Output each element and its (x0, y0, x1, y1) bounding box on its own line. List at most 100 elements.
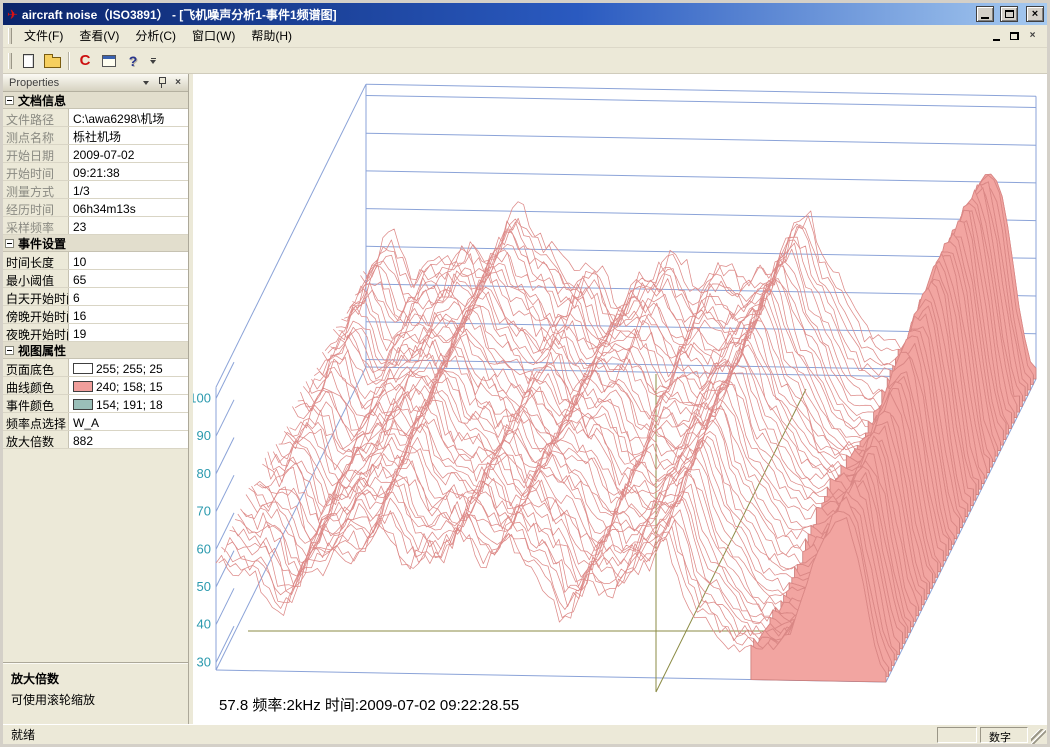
chevron-down-icon (150, 60, 156, 64)
panel-menu-button[interactable] (139, 76, 153, 89)
property-row[interactable]: 曲线颜色240; 158; 15 (3, 377, 188, 395)
close-icon: × (1030, 31, 1036, 41)
property-row[interactable]: 傍晚开始时间 16 (3, 306, 188, 324)
property-value[interactable]: 19 (69, 324, 188, 341)
property-row[interactable]: 放大倍数 882 (3, 431, 188, 449)
collapse-icon[interactable] (5, 96, 14, 105)
collapse-icon[interactable] (5, 346, 14, 355)
property-label: 事件颜色 (3, 395, 69, 412)
status-bar: 就绪 数字 (3, 724, 1047, 744)
red-c-button[interactable]: C (73, 50, 97, 72)
property-value[interactable]: 16 (69, 306, 188, 323)
app-icon[interactable]: ✈ (7, 8, 18, 21)
menu-item-analyze[interactable]: 分析(C) (127, 26, 184, 46)
property-value[interactable]: 1/3 (69, 181, 188, 198)
panel-pin-button[interactable] (155, 76, 169, 89)
color-swatch[interactable] (73, 363, 93, 374)
property-label: 放大倍数 (3, 431, 69, 448)
chevron-down-icon (143, 81, 149, 85)
svg-text:30: 30 (197, 655, 211, 670)
property-value-text: 882 (73, 434, 93, 448)
property-value-text: 09:21:38 (73, 166, 120, 180)
menubar-grip[interactable] (8, 28, 12, 44)
mdi-window-buttons: × (988, 29, 1043, 44)
restore-icon (1010, 32, 1019, 40)
section-header-event-settings[interactable]: 事件设置 (3, 235, 188, 252)
toolbar-overflow-button[interactable] (148, 56, 158, 66)
property-value[interactable]: 255; 255; 25 (69, 359, 188, 376)
menu-item-view[interactable]: 查看(V) (71, 26, 127, 46)
menu-item-window[interactable]: 窗口(W) (184, 26, 243, 46)
app-window: ✈ aircraft noise（ISO3891） - [飞机噪声分析1-事件1… (0, 0, 1050, 747)
property-label: 傍晚开始时间 (3, 306, 69, 323)
maximize-button[interactable] (1000, 6, 1018, 22)
property-value[interactable]: 栎社机场 (69, 127, 188, 144)
mdi-close-button[interactable]: × (1024, 29, 1041, 44)
property-row[interactable]: 测点名称栎社机场 (3, 127, 188, 145)
property-value-text: 16 (73, 309, 86, 323)
property-value[interactable]: 65 (69, 270, 188, 287)
title-bar: ✈ aircraft noise（ISO3891） - [飞机噪声分析1-事件1… (3, 3, 1047, 25)
color-swatch[interactable] (73, 399, 93, 410)
property-value-text: 255; 255; 25 (96, 362, 163, 376)
mdi-minimize-button[interactable] (988, 29, 1005, 44)
property-row[interactable]: 文件路径C:\awa6298\机场 (3, 109, 188, 127)
color-swatch[interactable] (73, 381, 93, 392)
property-row[interactable]: 时间长度10 (3, 252, 188, 270)
pin-icon (157, 77, 167, 88)
property-row[interactable]: 频率点选择W_A (3, 413, 188, 431)
chart-area[interactable]: 10090807060504030 57.8 频率:2kHz 时间:2009-0… (193, 74, 1047, 724)
property-row[interactable]: 页面底色 255; 255; 25 (3, 359, 188, 377)
menu-item-file[interactable]: 文件(F) (16, 26, 71, 46)
property-row[interactable]: 测量方式1/3 (3, 181, 188, 199)
property-row[interactable]: 事件颜色154; 191; 18 (3, 395, 188, 413)
resize-grip[interactable] (1031, 729, 1046, 744)
menu-item-help[interactable]: 帮助(H) (243, 26, 300, 46)
toolbar-grip[interactable] (8, 53, 12, 69)
mdi-restore-button[interactable] (1006, 29, 1023, 44)
property-value[interactable]: 240; 158; 15 (69, 377, 188, 394)
svg-text:60: 60 (197, 541, 211, 556)
property-value[interactable]: W_A (69, 413, 188, 430)
property-label: 时间长度 (3, 252, 69, 269)
property-value[interactable]: 23 (69, 217, 188, 234)
property-label: 开始日期 (3, 145, 69, 162)
maximize-icon (1005, 10, 1014, 18)
property-value[interactable]: 6 (69, 288, 188, 305)
close-button[interactable]: × (1026, 6, 1044, 22)
property-value-text: W_A (73, 416, 99, 430)
minimize-button[interactable] (976, 6, 994, 22)
property-row[interactable]: 最小阈值65 (3, 270, 188, 288)
client-area: Properties × 文档信息文件路径C:\awa6298\机场测点名称栎社… (3, 74, 1047, 724)
section-title: 事件设置 (18, 235, 66, 252)
property-value[interactable]: 2009-07-02 (69, 145, 188, 162)
property-value[interactable]: 10 (69, 252, 188, 269)
property-row[interactable]: 开始日期2009-07-02 (3, 145, 188, 163)
waterfall-spectrum-chart[interactable]: 10090807060504030 (193, 74, 1047, 724)
property-row[interactable]: 夜晚开始时间19 (3, 324, 188, 342)
properties-button[interactable] (97, 50, 121, 72)
open-file-button[interactable] (40, 50, 64, 72)
status-cell-empty (937, 727, 977, 743)
property-value[interactable]: 06h34m13s (69, 199, 188, 216)
properties-panel-header: Properties × (3, 74, 188, 92)
property-row[interactable]: 经历时间06h34m13s (3, 199, 188, 217)
section-header-doc-info[interactable]: 文档信息 (3, 92, 188, 109)
property-label: 页面底色 (3, 359, 69, 376)
property-description: 放大倍数 可使用滚轮缩放 (3, 662, 188, 724)
property-row[interactable]: 采样频率23 (3, 217, 188, 235)
toolbar-separator (68, 52, 69, 70)
section-header-view-properties[interactable]: 视图属性 (3, 342, 188, 359)
panel-close-button[interactable]: × (171, 76, 185, 89)
property-value[interactable]: 09:21:38 (69, 163, 188, 180)
status-text: 就绪 (11, 726, 934, 743)
minimize-icon (981, 17, 989, 19)
property-value[interactable]: C:\awa6298\机场 (69, 109, 188, 126)
new-document-button[interactable] (16, 50, 40, 72)
help-button[interactable]: ? (121, 50, 145, 72)
property-row[interactable]: 开始时间09:21:38 (3, 163, 188, 181)
property-row[interactable]: 白天开始时间6 (3, 288, 188, 306)
collapse-icon[interactable] (5, 239, 14, 248)
property-value[interactable]: 154; 191; 18 (69, 395, 188, 412)
property-value[interactable]: 882 (69, 431, 188, 448)
